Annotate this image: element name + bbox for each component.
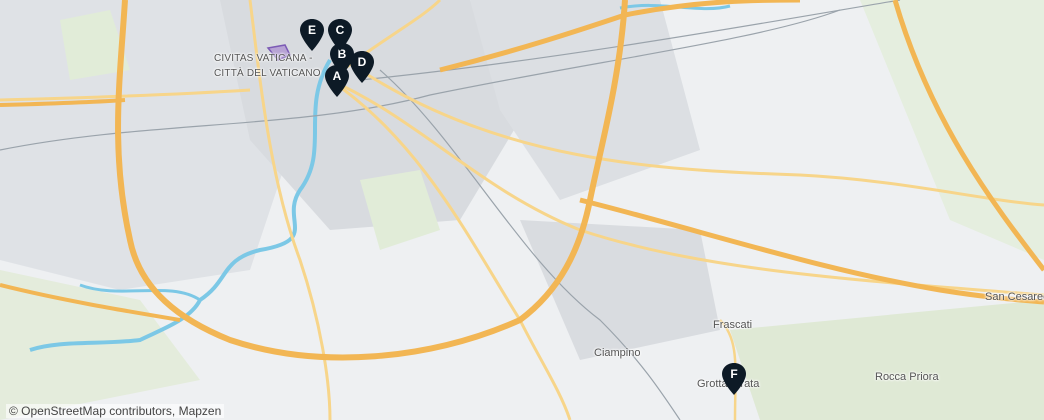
map-canvas[interactable]: CIVITAS VATICANA - CITTÀ DEL VATICANO Fr… (0, 0, 1044, 420)
place-label-rocca-priora: Rocca Priora (875, 371, 939, 383)
map-marker-f[interactable]: F (721, 362, 747, 396)
place-label-vatican-line2: CITTÀ DEL VATICANO (214, 68, 321, 79)
map-base-layer (0, 0, 1044, 420)
map-marker-label: F (730, 367, 738, 381)
map-marker-e[interactable]: E (299, 18, 325, 52)
place-label-ciampino: Ciampino (594, 347, 641, 359)
map-marker-label: D (357, 55, 367, 69)
place-label-san-cesareo: San Cesareo (985, 291, 1044, 303)
place-label-frascati: Frascati (713, 319, 753, 331)
map-marker-c[interactable]: C (327, 18, 353, 52)
map-marker-d[interactable]: D (349, 50, 375, 84)
place-label-vatican-line1: CIVITAS VATICANA - (214, 53, 313, 64)
map-marker-label: E (307, 23, 316, 37)
map-marker-label: C (335, 23, 345, 37)
map-attribution[interactable]: © OpenStreetMap contributors, Mapzen (6, 404, 225, 418)
